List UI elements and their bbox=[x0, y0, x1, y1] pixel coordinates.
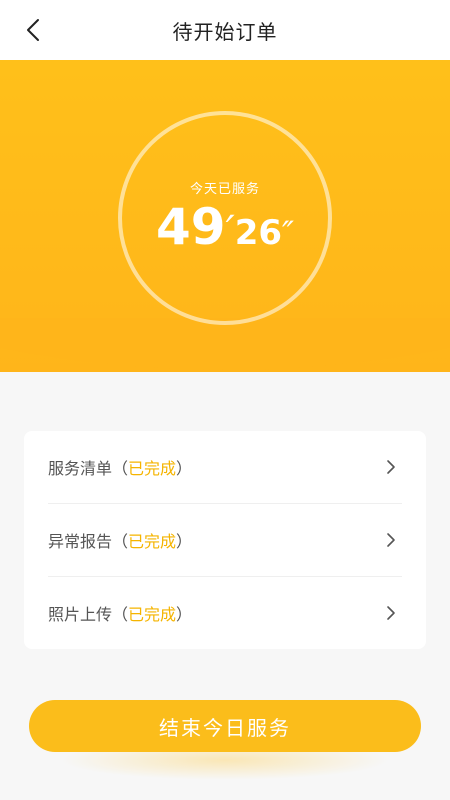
chevron-right-icon bbox=[387, 606, 395, 620]
task-row-exception-report[interactable]: 异常报告 （ 已完成 ） bbox=[48, 504, 426, 576]
open-paren: （ bbox=[112, 459, 129, 478]
task-label: 异常报告 bbox=[48, 532, 113, 551]
page-title: 待开始订单 bbox=[172, 19, 278, 44]
chevron-left-icon bbox=[27, 19, 39, 41]
second-mark: ″ bbox=[282, 214, 294, 252]
open-paren: （ bbox=[112, 532, 129, 551]
task-label: 照片上传 bbox=[48, 605, 113, 624]
task-row-service-list[interactable]: 服务清单 （ 已完成 ） bbox=[48, 431, 426, 503]
open-paren: （ bbox=[112, 605, 129, 624]
chevron-right-icon bbox=[387, 460, 395, 474]
close-paren: ） bbox=[176, 532, 193, 551]
top-nav-bar: 待开始订单 bbox=[0, 0, 450, 60]
task-status: 已完成 bbox=[128, 605, 177, 624]
task-status: 已完成 bbox=[128, 459, 177, 478]
served-today-label: 今天已服务 bbox=[189, 182, 260, 197]
chevron-right-icon bbox=[387, 533, 395, 547]
minute-mark: ′ bbox=[225, 208, 235, 254]
task-row-photo-upload[interactable]: 照片上传 （ 已完成 ） bbox=[48, 577, 426, 649]
timer-seconds: 26 bbox=[234, 213, 283, 253]
task-list-card: 服务清单 （ 已完成 ） 异常报告 （ 已完成 ） 照片上传 （ 已完成 ） bbox=[24, 431, 426, 649]
end-service-button[interactable]: 结束今日服务 bbox=[29, 700, 421, 752]
close-paren: ） bbox=[176, 605, 193, 624]
task-label: 服务清单 bbox=[48, 459, 113, 478]
page: 待开始订单 今天已服务 49′26″ 服务清单 （ 已完成 ） 异常报告 （ 已… bbox=[0, 0, 450, 800]
close-paren: ） bbox=[176, 459, 193, 478]
task-status: 已完成 bbox=[128, 532, 177, 551]
hero-curve-shape bbox=[0, 318, 450, 370]
back-button[interactable] bbox=[26, 14, 66, 46]
timer-minutes: 49 bbox=[156, 198, 226, 256]
service-timer: 49′26″ bbox=[0, 198, 450, 256]
